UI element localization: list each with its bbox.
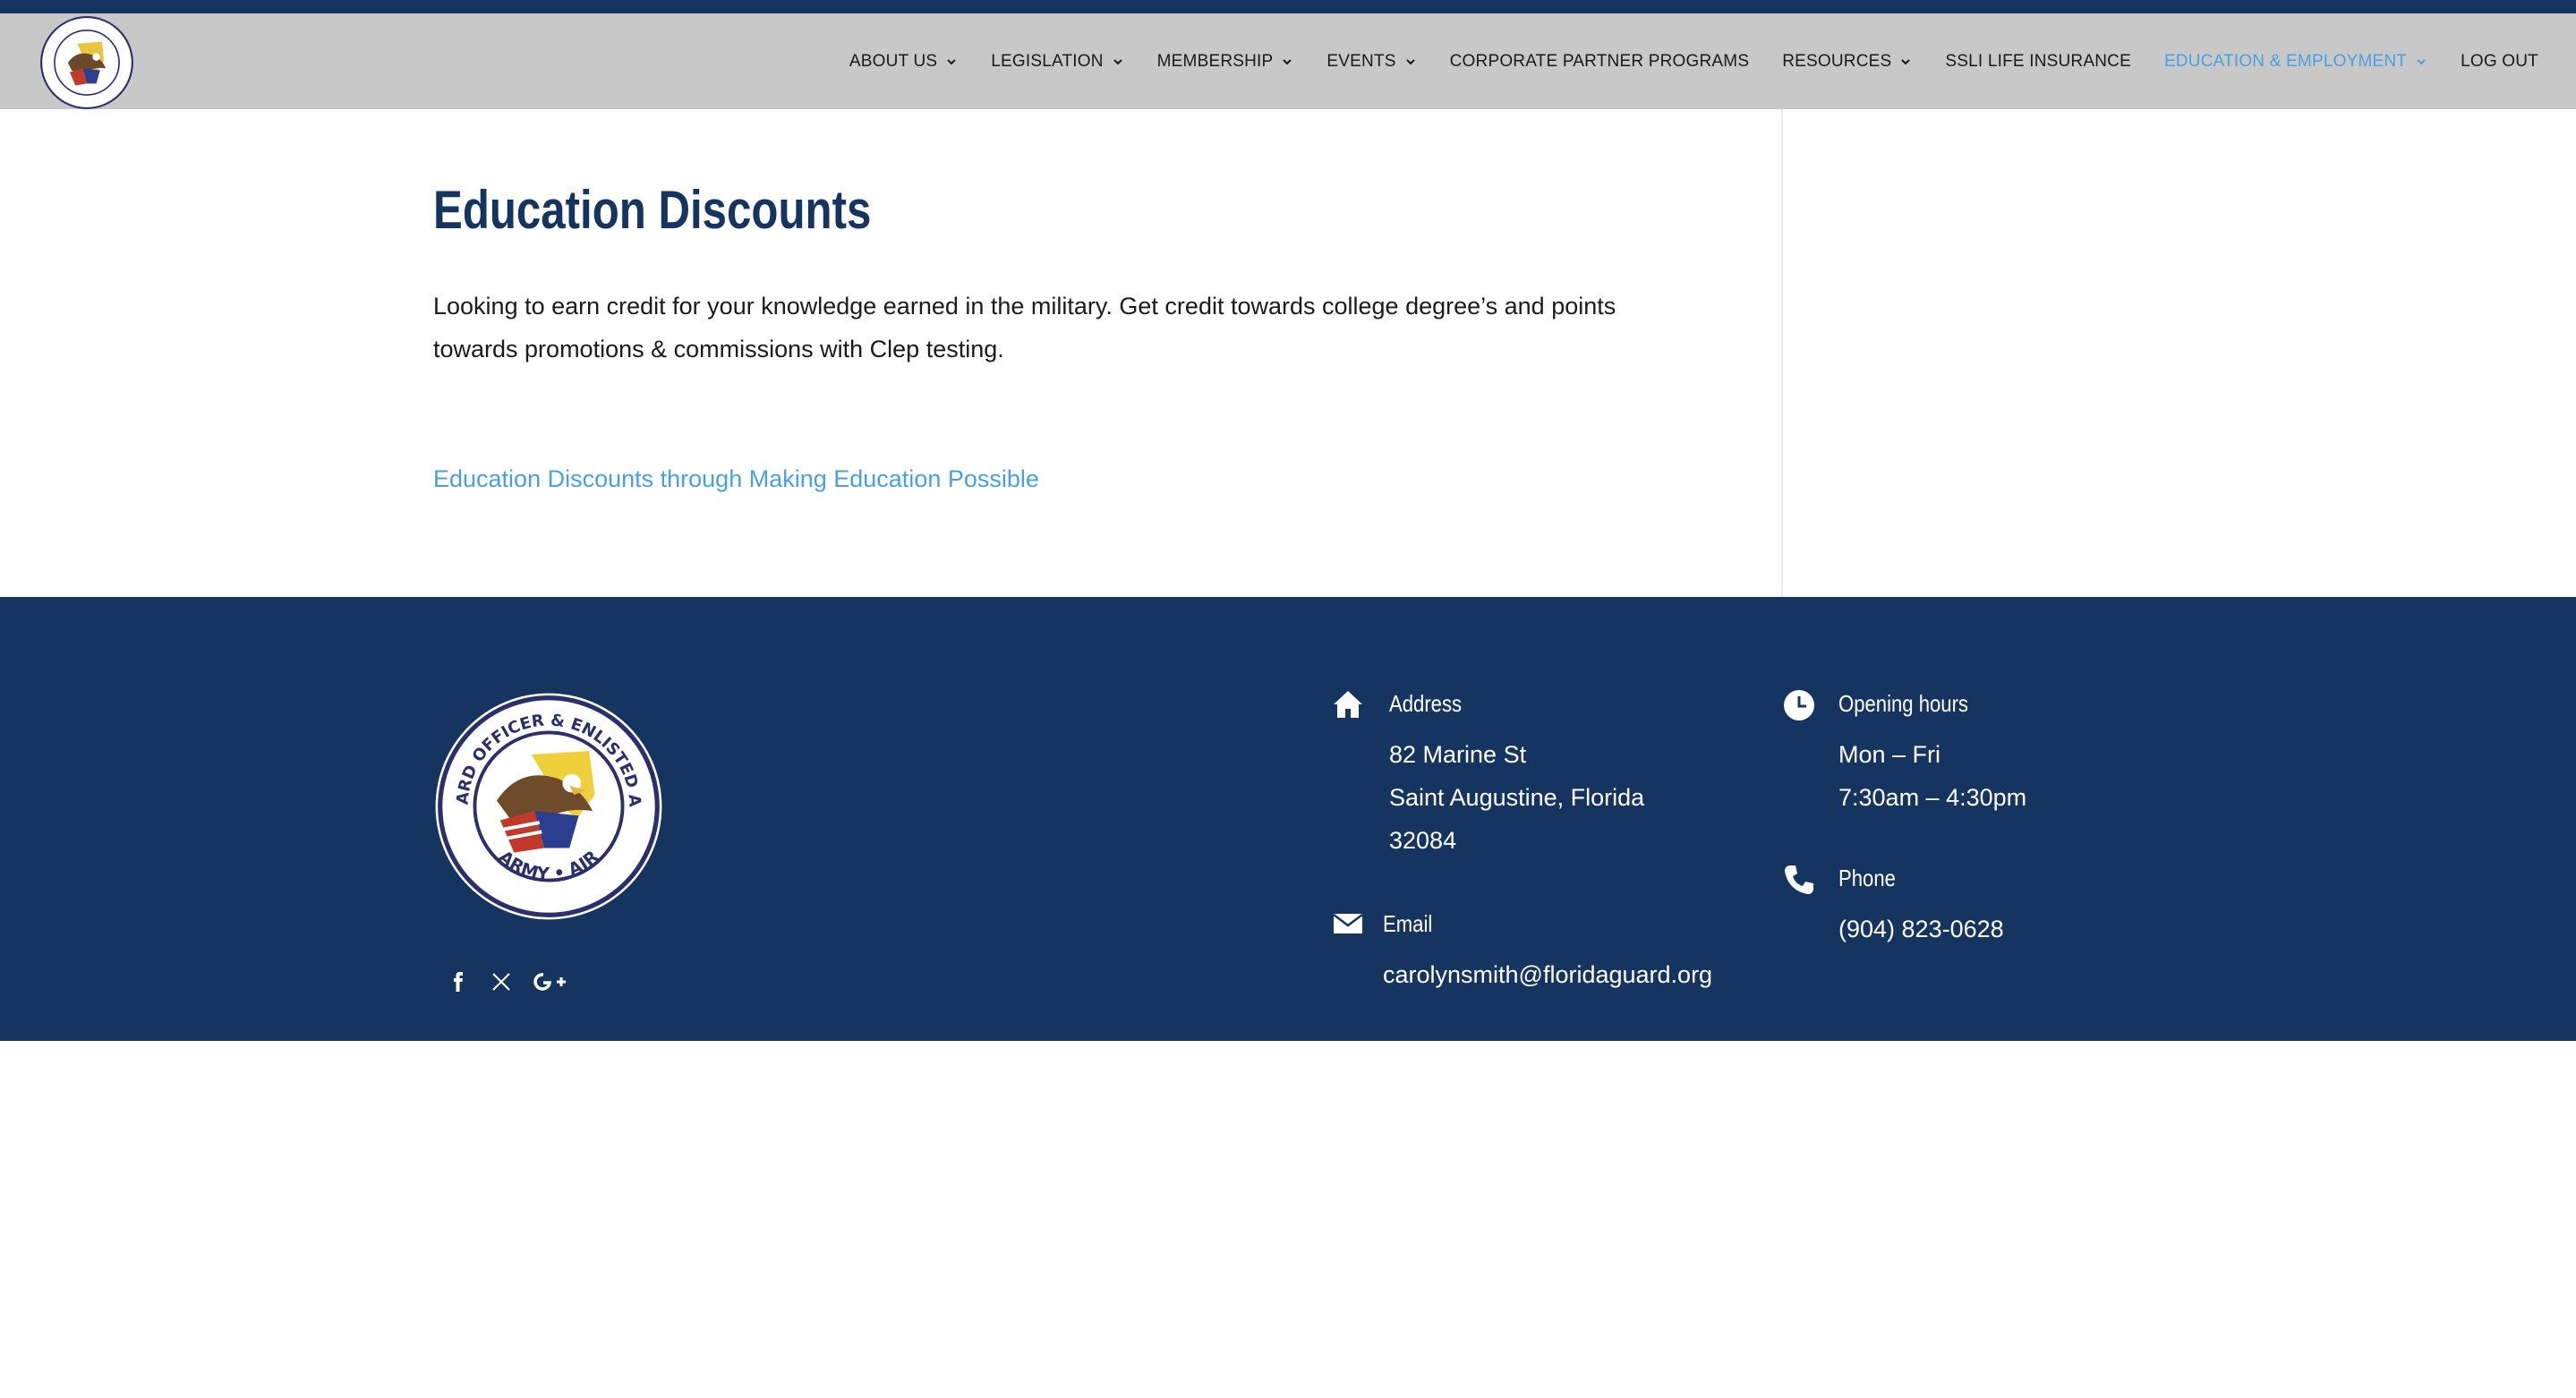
facebook-icon[interactable] <box>443 967 473 997</box>
phone-title: Phone <box>1838 865 1896 891</box>
nav-label: LEGISLATION <box>991 51 1104 71</box>
email-title: Email <box>1383 910 1433 937</box>
nav-ssli-life-insurance[interactable]: SSLI LIFE INSURANCE <box>1945 52 2131 72</box>
main-nav: ABOUT US LEGISLATION MEMBERSHIP EVENTS C… <box>816 13 2538 109</box>
intro-line-2: towards promotions & commissions with Cl… <box>433 336 1004 362</box>
phone-icon <box>1785 865 1813 894</box>
nav-label: CORPORATE PARTNER PROGRAMS <box>1449 51 1750 71</box>
sidebar-divider <box>1781 109 1783 597</box>
address-line-3: 32084 <box>1389 827 1457 854</box>
hours-line-1: Mon – Fri <box>1838 741 1941 768</box>
chevron-down-icon <box>947 58 956 64</box>
phone-link[interactable]: (904) 823-0628 <box>1838 908 2004 950</box>
nav-label: EVENTS <box>1326 51 1396 71</box>
page-bottom-blank <box>0 1041 2576 1398</box>
nav-label: LOG OUT <box>2461 51 2538 71</box>
footer-logo-seal: NATIONAL GUARD OFFICER & ENLISTED ASSOCI… <box>433 691 662 920</box>
hours-line-2: 7:30am – 4:30pm <box>1838 784 2027 811</box>
address-line-2: Saint Augustine, Florida <box>1389 784 1645 811</box>
chevron-down-icon <box>1405 58 1415 64</box>
x-icon[interactable] <box>486 967 516 997</box>
nav-education-employment[interactable]: EDUCATION & EMPLOYMENT <box>2164 52 2427 72</box>
home-icon <box>1334 691 1362 718</box>
nav-log-out[interactable]: LOG OUT <box>2461 52 2538 72</box>
chevron-down-icon <box>1113 58 1122 64</box>
nav-label: EDUCATION & EMPLOYMENT <box>2163 51 2408 71</box>
site-logo[interactable] <box>39 15 134 110</box>
main-content: Education Discounts Looking to earn cred… <box>0 109 2576 597</box>
chevron-down-icon <box>1901 58 1911 64</box>
hours-text: Mon – Fri 7:30am – 4:30pm <box>1838 733 2026 819</box>
chevron-down-icon <box>2417 58 2426 64</box>
mail-icon <box>1333 914 1363 933</box>
hours-title: Opening hours <box>1838 690 1968 717</box>
clock-icon <box>1784 690 1814 720</box>
address-title: Address <box>1389 690 1463 717</box>
nav-about-us[interactable]: ABOUT US <box>849 52 958 72</box>
google-plus-icon[interactable] <box>533 967 568 997</box>
email-link[interactable]: carolynsmith@floridaguard.org <box>1383 953 1712 996</box>
address-line-1: 82 Marine St <box>1389 741 1527 768</box>
chevron-down-icon <box>1283 58 1292 64</box>
nav-events[interactable]: EVENTS <box>1326 52 1416 72</box>
nav-label: RESOURCES <box>1782 51 1892 71</box>
page-title: Education Discounts <box>433 180 872 240</box>
intro-line-1: Looking to earn credit for your knowledg… <box>433 293 1616 320</box>
nav-membership[interactable]: MEMBERSHIP <box>1157 52 1294 72</box>
address-text: 82 Marine St Saint Augustine, Florida 32… <box>1389 733 1644 862</box>
nav-label: SSLI LIFE INSURANCE <box>1945 51 2131 71</box>
nav-resources[interactable]: RESOURCES <box>1782 52 1912 72</box>
nav-label: MEMBERSHIP <box>1156 51 1274 71</box>
nav-corporate-partner-programs[interactable]: CORPORATE PARTNER PROGRAMS <box>1450 52 1750 72</box>
nav-label: ABOUT US <box>849 51 938 71</box>
site-footer: NATIONAL GUARD OFFICER & ENLISTED ASSOCI… <box>0 597 2576 1041</box>
nav-legislation[interactable]: LEGISLATION <box>991 52 1123 72</box>
intro-text: Looking to earn credit for your knowledg… <box>433 285 1686 371</box>
top-bar <box>0 0 2576 13</box>
education-discounts-link[interactable]: Education Discounts through Making Educa… <box>433 465 1039 493</box>
site-header: ABOUT US LEGISLATION MEMBERSHIP EVENTS C… <box>0 13 2576 109</box>
